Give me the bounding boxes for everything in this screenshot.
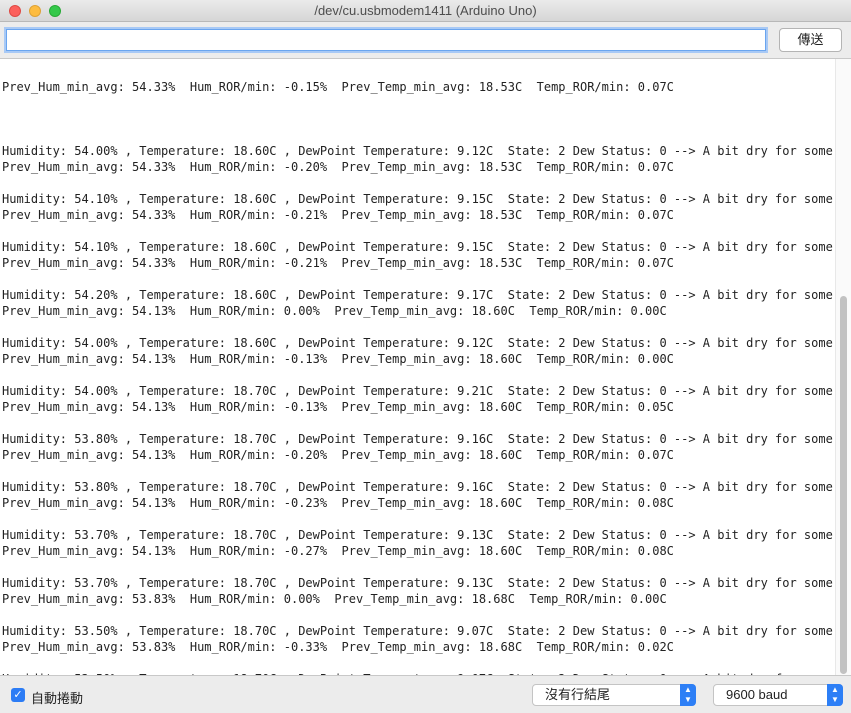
send-toolbar: 傳送 xyxy=(0,22,851,58)
log-line-averages: Prev_Hum_min_avg: 54.13% Hum_ROR/min: -0… xyxy=(2,496,674,510)
autoscroll-checkbox[interactable]: ✓ xyxy=(11,688,25,702)
log-line-averages: Prev_Hum_min_avg: 53.83% Hum_ROR/min: 0.… xyxy=(2,592,667,606)
log-entry: Humidity: 53.50% , Temperature: 18.70C ,… xyxy=(2,623,847,655)
log-line-averages: Prev_Hum_min_avg: 54.33% Hum_ROR/min: -0… xyxy=(2,208,674,222)
log-line-averages: Prev_Hum_min_avg: 54.13% Hum_ROR/min: -0… xyxy=(2,400,674,414)
log-line-reading: Humidity: 54.00% , Temperature: 18.70C ,… xyxy=(2,384,848,398)
log-entry: Humidity: 54.00% , Temperature: 18.60C ,… xyxy=(2,335,847,367)
autoscroll-label: 自動捲動 xyxy=(31,691,84,706)
log-line-averages: Prev_Hum_min_avg: 54.13% Hum_ROR/min: -0… xyxy=(2,544,674,558)
log-line-partial: Prev_Hum_min_avg: 54.33% Hum_ROR/min: -0… xyxy=(2,80,674,94)
log-entry: Humidity: 53.80% , Temperature: 18.70C ,… xyxy=(2,479,847,511)
log-line-reading: Humidity: 53.50% , Temperature: 18.70C ,… xyxy=(2,624,848,638)
log-entry: Humidity: 53.80% , Temperature: 18.70C ,… xyxy=(2,431,847,463)
log-entry: Humidity: 54.20% , Temperature: 18.60C ,… xyxy=(2,287,847,319)
log-line-reading: Humidity: 54.00% , Temperature: 18.60C ,… xyxy=(2,336,848,350)
log-line-averages: Prev_Hum_min_avg: 54.33% Hum_ROR/min: -0… xyxy=(2,160,674,174)
log-line-reading: Humidity: 53.80% , Temperature: 18.70C ,… xyxy=(2,432,848,446)
baud-rate-value: 9600 baud xyxy=(726,687,788,702)
status-bar: ✓ 自動捲動 沒有行結尾 ▲ ▼ 9600 baud ▲ ▼ xyxy=(0,676,851,713)
updown-chevron-icon: ▲ ▼ xyxy=(827,684,843,706)
log-entry: Humidity: 54.10% , Temperature: 18.60C ,… xyxy=(2,239,847,271)
serial-output-area[interactable]: Prev_Hum_min_avg: 54.33% Hum_ROR/min: -0… xyxy=(0,58,851,676)
window-title: /dev/cu.usbmodem1411 (Arduino Uno) xyxy=(314,3,537,18)
log-entry: Humidity: 54.00% , Temperature: 18.70C ,… xyxy=(2,383,847,415)
checkmark-icon: ✓ xyxy=(13,689,23,701)
baud-rate-select[interactable]: 9600 baud ▲ ▼ xyxy=(713,684,843,706)
line-ending-select[interactable]: 沒有行結尾 ▲ ▼ xyxy=(532,684,696,706)
log-line-reading: Humidity: 54.20% , Temperature: 18.60C ,… xyxy=(2,288,848,302)
log-line-reading: Humidity: 54.10% , Temperature: 18.60C ,… xyxy=(2,192,848,206)
updown-chevron-icon: ▲ ▼ xyxy=(680,684,696,706)
log-line-averages: Prev_Hum_min_avg: 54.33% Hum_ROR/min: -0… xyxy=(2,256,674,270)
send-input[interactable] xyxy=(6,29,766,51)
title-bar: /dev/cu.usbmodem1411 (Arduino Uno) xyxy=(0,0,851,22)
log-line-reading: Humidity: 54.00% , Temperature: 18.60C ,… xyxy=(2,144,848,158)
log-line-averages: Prev_Hum_min_avg: 54.13% Hum_ROR/min: 0.… xyxy=(2,304,667,318)
send-button[interactable]: 傳送 xyxy=(779,28,842,52)
log-line-averages: Prev_Hum_min_avg: 54.13% Hum_ROR/min: -0… xyxy=(2,352,674,366)
log-line-reading: Humidity: 53.80% , Temperature: 18.70C ,… xyxy=(2,480,848,494)
serial-log: Prev_Hum_min_avg: 54.33% Hum_ROR/min: -0… xyxy=(2,59,847,675)
log-line-averages: Prev_Hum_min_avg: 54.13% Hum_ROR/min: -0… xyxy=(2,448,674,462)
scrollbar-thumb[interactable] xyxy=(840,296,847,674)
log-entry: Humidity: 54.00% , Temperature: 18.60C ,… xyxy=(2,143,847,175)
log-entry: Humidity: 53.70% , Temperature: 18.70C ,… xyxy=(2,575,847,607)
log-line-averages: Prev_Hum_min_avg: 53.83% Hum_ROR/min: -0… xyxy=(2,640,674,654)
log-line-reading: Humidity: 53.70% , Temperature: 18.70C ,… xyxy=(2,576,848,590)
log-entry: Humidity: 53.70% , Temperature: 18.70C ,… xyxy=(2,527,847,559)
log-line-reading: Humidity: 53.70% , Temperature: 18.70C ,… xyxy=(2,528,848,542)
scrollbar-track[interactable] xyxy=(835,59,851,675)
log-entry: Humidity: 54.10% , Temperature: 18.60C ,… xyxy=(2,191,847,223)
line-ending-value: 沒有行結尾 xyxy=(545,687,611,702)
log-line-reading: Humidity: 54.10% , Temperature: 18.60C ,… xyxy=(2,240,848,254)
